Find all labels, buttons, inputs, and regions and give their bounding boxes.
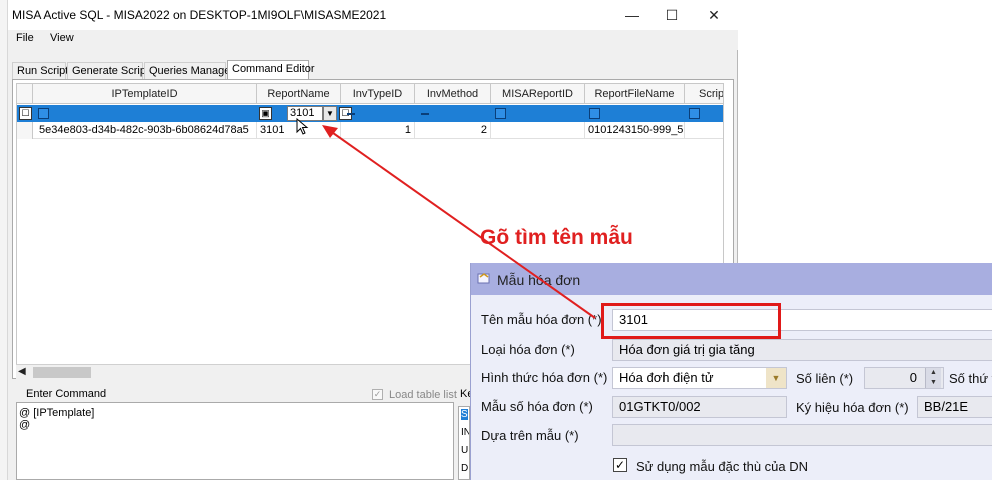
close-button[interactable]: ✕: [694, 0, 734, 30]
grid-header: IPTemplateID ReportName InvTypeID InvMet…: [17, 84, 723, 104]
copies-spin-button[interactable]: ▲ ▼: [925, 368, 941, 388]
invoice-type-field[interactable]: Hóa đơn giá trị gia tăng: [612, 339, 992, 361]
col-invmethod[interactable]: InvMethod: [415, 84, 491, 104]
maximize-button[interactable]: ☐: [652, 0, 692, 30]
cell-script[interactable]: [685, 122, 723, 139]
filter-row: ☐ ▣ 3101 ▼ ☐: [17, 105, 723, 122]
cell-invtypeid[interactable]: 1: [341, 122, 415, 139]
based-on-template-label: Dựa trên mẫu (*): [481, 428, 579, 443]
based-on-template-field[interactable]: [612, 424, 992, 446]
minimize-button[interactable]: —: [612, 0, 652, 30]
highlight-box: [601, 303, 781, 339]
chevron-down-icon: ▼: [771, 373, 781, 383]
invoice-symbol-label: Ký hiệu hóa đơn (*): [796, 400, 909, 415]
menu-bar: File View: [8, 30, 738, 50]
col-iptemplateid[interactable]: IPTemplateID: [33, 84, 257, 104]
tab-command-editor[interactable]: Command Editor: [227, 60, 315, 80]
form-number-label: Mẫu số hóa đơn (*): [481, 399, 593, 414]
list-item[interactable]: D: [461, 463, 468, 474]
command-line: @ [IPTemplate]: [19, 407, 95, 419]
tab-run-script[interactable]: Run Script: [12, 62, 68, 79]
invoice-form-select[interactable]: Hóa đơn điện tử: [612, 367, 787, 389]
load-table-list-checkbox[interactable]: ✓: [372, 389, 383, 400]
cell-invmethod[interactable]: 2: [415, 122, 491, 139]
enter-command-label: Enter Command: [26, 388, 107, 400]
sequence-label: Số thứ t: [949, 371, 992, 386]
annotation-text: Gõ tìm tên mẫu: [480, 226, 633, 249]
list-item[interactable]: S: [461, 409, 468, 420]
row-selector-header: [17, 84, 33, 104]
filter-operator-icon[interactable]: [38, 108, 49, 119]
row-selector[interactable]: [17, 122, 33, 139]
table-row[interactable]: 5e34e803-d34b-482c-903b-6b08624d78a5 310…: [17, 122, 723, 139]
col-reportfilename[interactable]: ReportFileName: [585, 84, 685, 104]
invoice-type-label: Loại hóa đơn (*): [481, 342, 575, 357]
window-title: MISA Active SQL - MISA2022 on DESKTOP-1M…: [12, 8, 387, 22]
col-misareportid[interactable]: MISAReportID: [491, 84, 585, 104]
form-number-field[interactable]: 01GTKT0/002: [612, 396, 787, 418]
menu-view[interactable]: View: [50, 32, 74, 44]
chevron-down-icon: ▼: [326, 109, 334, 118]
col-script[interactable]: Script: [685, 84, 723, 104]
tab-queries-manager[interactable]: Queries Manager: [144, 62, 234, 79]
use-custom-template-label: Sử dụng mẫu đặc thù của DN: [636, 459, 809, 474]
maximize-icon: ☐: [665, 6, 679, 23]
use-custom-template-checkbox[interactable]: ✓: [613, 458, 627, 472]
filter-operator-icon[interactable]: [347, 113, 355, 115]
background-window-edge: [0, 0, 8, 480]
cell-iptemplateid[interactable]: 5e34e803-d34b-482c-903b-6b08624d78a5: [33, 122, 257, 139]
col-reportname[interactable]: ReportName: [257, 84, 341, 104]
filter-operator-icon[interactable]: [689, 108, 700, 119]
menu-file[interactable]: File: [16, 32, 34, 44]
col-invtypeid[interactable]: InvTypeID: [341, 84, 415, 104]
filter-operator-icon[interactable]: [421, 113, 429, 115]
spin-up-down-icon: ▲ ▼: [930, 369, 937, 386]
screen: MISA Active SQL - MISA2022 on DESKTOP-1M…: [0, 0, 992, 480]
command-input[interactable]: @ [IPTemplate] @: [16, 402, 454, 480]
load-table-list-label: Load table list: [389, 389, 457, 401]
dialog-app-icon: [477, 273, 490, 284]
invoice-form-dropdown-button[interactable]: ▼: [766, 368, 786, 388]
invoice-form-label: Hình thức hóa đơn (*): [481, 370, 608, 385]
filter-dropdown-button[interactable]: ▼: [323, 106, 337, 121]
invoice-symbol-field[interactable]: BB/21E: [917, 396, 992, 418]
cell-reportfilename[interactable]: 0101243150-999_5...: [585, 122, 685, 139]
template-name-label: Tên mẫu hóa đơn (*): [481, 312, 602, 327]
mouse-cursor-icon: [296, 118, 309, 135]
scroll-thumb[interactable]: [33, 367, 91, 378]
scroll-left-icon[interactable]: ◀: [18, 366, 26, 377]
copies-label: Số liên (*): [796, 371, 854, 386]
filter-operator-icon[interactable]: [589, 108, 600, 119]
minimize-icon: —: [625, 7, 639, 23]
filter-operator-icon[interactable]: [495, 108, 506, 119]
command-line: @: [19, 419, 31, 431]
close-icon: ✕: [708, 6, 720, 23]
title-bar: MISA Active SQL - MISA2022 on DESKTOP-1M…: [0, 0, 738, 30]
dialog-title: Mẫu hóa đơn: [497, 272, 581, 288]
keyword-list[interactable]: S IN U D: [458, 406, 470, 480]
text-cursor-icon: I: [662, 369, 667, 386]
cell-misareportid[interactable]: [491, 122, 585, 139]
tab-generate-script[interactable]: Generate Script: [67, 62, 149, 79]
filter-operator-icon[interactable]: ▣: [259, 107, 272, 120]
list-item[interactable]: U: [461, 445, 468, 456]
clear-filter-icon[interactable]: ☐: [19, 107, 32, 120]
list-item[interactable]: IN: [461, 427, 469, 438]
invoice-template-dialog: Mẫu hóa đơn Tên mẫu hóa đơn (*) 3101 Loạ…: [470, 263, 992, 480]
dialog-title-bar: Mẫu hóa đơn: [471, 263, 992, 295]
